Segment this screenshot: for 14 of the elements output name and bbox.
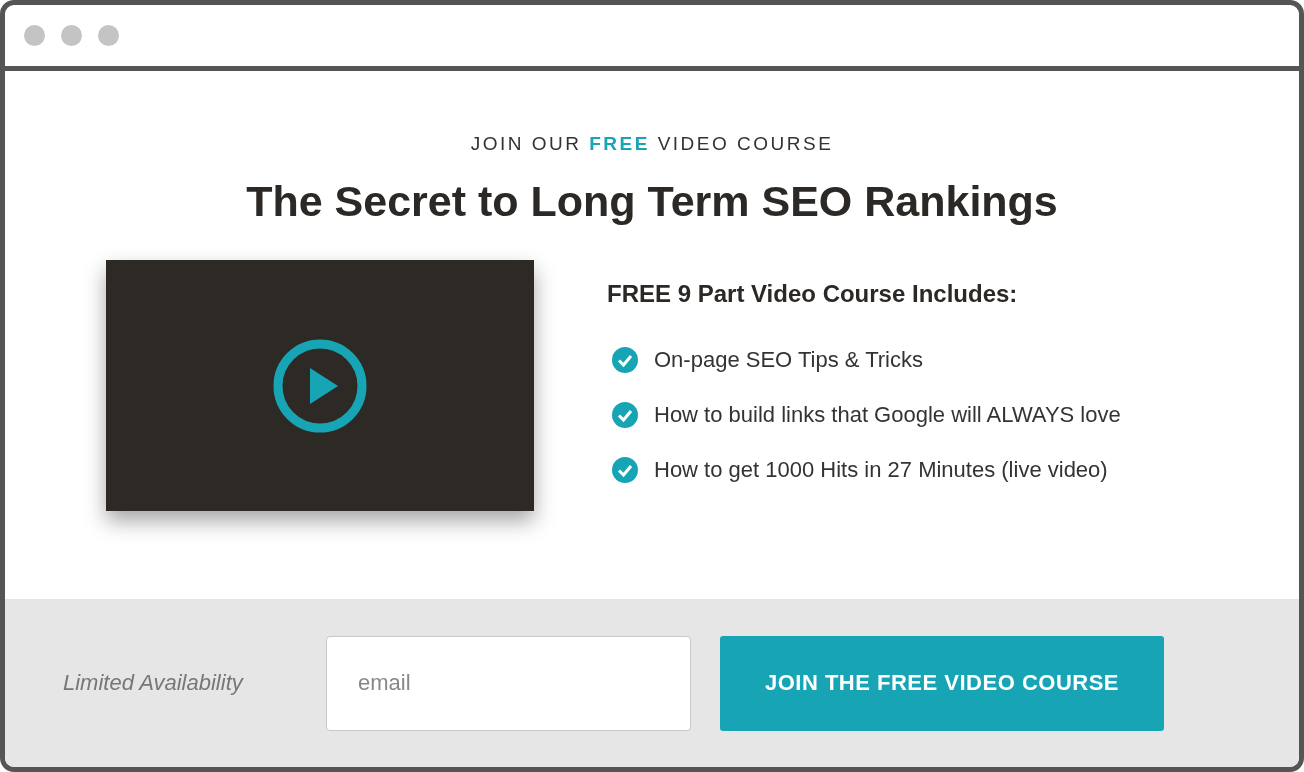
course-heading: FREE 9 Part Video Course Includes: bbox=[607, 280, 1019, 308]
join-button[interactable]: JOIN THE FREE VIDEO COURSE bbox=[720, 635, 1164, 731]
email-field[interactable]: email bbox=[326, 635, 691, 731]
video-player[interactable] bbox=[106, 260, 534, 511]
availability-note: Limited Availability bbox=[63, 670, 245, 696]
feature-text: How to get 1000 Hits in 27 Minutes (live video) bbox=[654, 456, 1108, 483]
window-dot[interactable] bbox=[98, 25, 119, 46]
window-dot[interactable] bbox=[24, 25, 45, 46]
feature-text: On-page SEO Tips & Tricks bbox=[654, 346, 923, 373]
window-dot[interactable] bbox=[61, 25, 82, 46]
page-title: The Secret to Long Term SEO Rankings bbox=[246, 177, 1058, 226]
feature-text: How to build links that Google will ALWAYS love bbox=[654, 401, 1121, 428]
play-icon[interactable] bbox=[272, 337, 368, 434]
kicker-text: JOIN OUR FREE VIDEO COURSE bbox=[470, 133, 834, 155]
